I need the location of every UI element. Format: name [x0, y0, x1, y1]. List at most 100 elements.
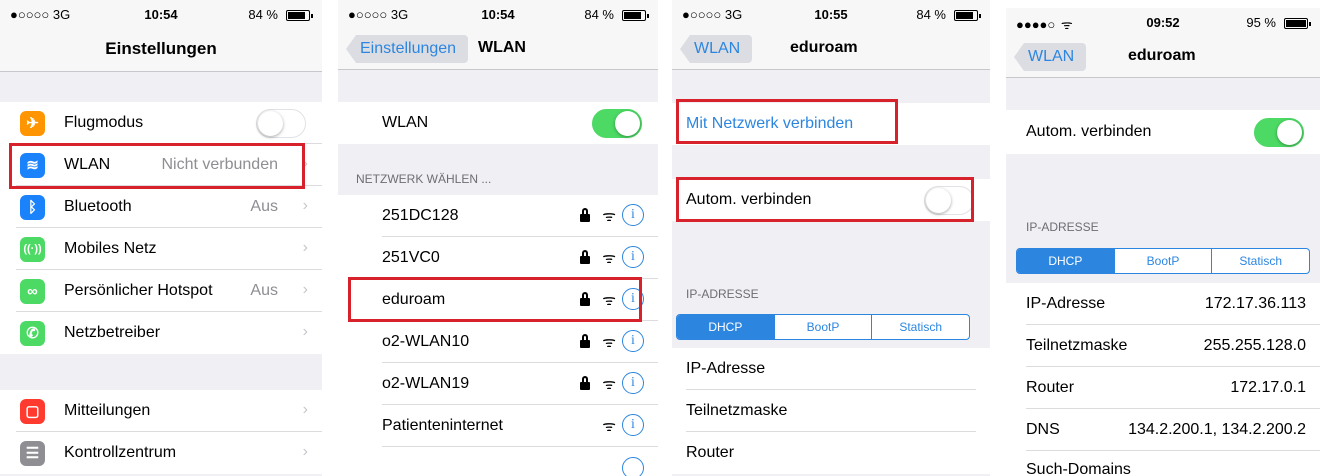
carrier-signal: ●○○○○ 3G [682, 7, 743, 22]
such-domains-row: Such-Domains [1006, 451, 1320, 476]
settings-item-bluetooth[interactable]: ᛒ Bluetooth Aus › [0, 186, 322, 228]
settings-item-netzbetreiber[interactable]: ✆ Netzbetreiber › [0, 312, 322, 354]
ip-adresse-row: IP-Adresse [672, 348, 990, 390]
wlan-toggle[interactable] [592, 109, 642, 138]
clock: 09:52 [1146, 15, 1180, 30]
settings-item-label: WLAN [64, 156, 111, 173]
settings-item-flugmodus[interactable]: ✈ Flugmodus [0, 102, 322, 144]
status-bar: ●○○○○ 3G 10:55 84 % [672, 0, 990, 28]
status-bar: ●○○○○ 3G 10:54 84 % [0, 0, 322, 28]
network-row[interactable]: 251DC128 ᯤ i [338, 195, 658, 237]
field-label: Router [1026, 379, 1075, 396]
field-value: 255.255.128.0 [1203, 337, 1306, 354]
info-icon[interactable]: i [622, 204, 644, 226]
navigation-bar: Einstellungen [0, 28, 322, 72]
eduroam-screen: ●○○○○ 3G 10:55 84 % WLAN eduroam Mit Net… [672, 0, 990, 476]
wifi-icon: ≋ [20, 153, 45, 178]
network-row[interactable] [338, 447, 658, 476]
chevron-right-icon: › [302, 401, 308, 418]
flugmodus-toggle[interactable] [256, 109, 306, 138]
auto-connect-label: Autom. verbinden [686, 191, 812, 208]
settings-item-label: Bluetooth [64, 198, 132, 215]
hotspot-status-value: Aus [250, 282, 278, 299]
network-row[interactable]: o2-WLAN10 ᯤ i [338, 321, 658, 363]
settings-item-mitteilungen[interactable]: ▢ Mitteilungen › [0, 390, 322, 432]
info-icon[interactable]: i [622, 330, 644, 352]
field-value: 172.17.0.1 [1230, 379, 1306, 396]
page-title: WLAN [478, 39, 526, 56]
section-header: IP-ADRESSE [686, 287, 759, 301]
section-header: IP-ADRESSE [1026, 220, 1099, 234]
page-title: eduroam [790, 39, 858, 56]
control-center-icon: ☰ [20, 441, 45, 466]
bluetooth-icon: ᛒ [20, 195, 45, 220]
segment-statisch[interactable]: Statisch [871, 315, 969, 339]
chevron-right-icon: › [302, 323, 308, 340]
wifi-icon: ᯤ [1060, 17, 1073, 32]
auto-connect-toggle[interactable] [924, 186, 974, 215]
back-button[interactable]: Einstellungen [346, 35, 469, 63]
status-bar: ●●●●○ ᯤ 09:52 95 % [1006, 8, 1320, 36]
wifi-signal-icon: ᯤ [602, 208, 616, 225]
field-label: Teilnetzmaske [686, 402, 788, 419]
segment-dhcp[interactable]: DHCP [677, 315, 774, 339]
back-button[interactable]: WLAN [680, 35, 753, 63]
wlan-status-value: Nicht verbunden [161, 156, 278, 173]
field-label: DNS [1026, 421, 1060, 438]
info-icon[interactable]: i [622, 246, 644, 268]
battery-percent: 84 % [916, 7, 946, 22]
antenna-icon: ((·)) [20, 237, 45, 262]
chevron-right-icon: › [302, 443, 308, 460]
section-header: NETZWERK WÄHLEN ... [356, 172, 492, 186]
chevron-right-icon: › [302, 197, 308, 214]
carrier-signal: ●○○○○ 3G [10, 7, 71, 22]
network-row[interactable]: eduroam ᯤ i [338, 279, 658, 321]
settings-item-wlan[interactable]: ≋ WLAN Nicht verbunden › [0, 144, 322, 186]
auto-connect-toggle[interactable] [1254, 118, 1304, 147]
back-button[interactable]: WLAN [1014, 43, 1087, 71]
info-icon[interactable] [622, 457, 644, 476]
network-row[interactable]: 251VC0 ᯤ i [338, 237, 658, 279]
info-icon[interactable]: i [622, 414, 644, 436]
field-label: Such-Domains [1026, 461, 1131, 476]
wifi-signal-icon: ᯤ [602, 334, 616, 351]
settings-item-label: Persönlicher Hotspot [64, 282, 213, 299]
auto-connect-label: Autom. verbinden [1026, 123, 1152, 140]
connect-row[interactable]: Mit Netzwerk verbinden [672, 103, 990, 145]
battery-icon [286, 10, 313, 21]
wlan-toggle-row: WLAN [338, 102, 658, 144]
segment-bootp[interactable]: BootP [1113, 249, 1212, 273]
network-row[interactable]: Patienteninternet ᯤ i [338, 405, 658, 447]
airplane-icon: ✈ [20, 111, 45, 136]
field-label: IP-Adresse [686, 360, 766, 377]
segment-dhcp[interactable]: DHCP [1017, 249, 1114, 273]
battery-icon [954, 10, 981, 21]
info-icon[interactable]: i [622, 372, 644, 394]
segment-statisch[interactable]: Statisch [1211, 249, 1309, 273]
connect-button[interactable]: Mit Netzwerk verbinden [686, 115, 853, 133]
network-row[interactable]: o2-WLAN19 ᯤ i [338, 363, 658, 405]
chevron-right-icon: › [302, 155, 308, 172]
chevron-right-icon: › [302, 281, 308, 298]
info-icon[interactable]: i [622, 288, 644, 310]
settings-screen: ●○○○○ 3G 10:54 84 % Einstellungen ✈ Flug… [0, 0, 322, 476]
settings-item-label: Flugmodus [64, 114, 144, 131]
settings-item-hotspot[interactable]: ∞ Persönlicher Hotspot Aus › [0, 270, 322, 312]
status-bar: ●○○○○ 3G 10:54 84 % [338, 0, 658, 28]
clock: 10:55 [814, 7, 848, 22]
wifi-signal-icon: ᯤ [602, 292, 616, 309]
ip-mode-segmented-control: DHCP BootP Statisch [676, 314, 970, 340]
field-value: 134.2.200.1, 134.2.200.2 [1128, 421, 1306, 438]
battery-percent: 84 % [584, 7, 614, 22]
auto-connect-row: Autom. verbinden [1006, 110, 1320, 154]
settings-item-kontrollzentrum[interactable]: ☰ Kontrollzentrum › [0, 432, 322, 474]
lock-icon [580, 250, 590, 264]
segment-bootp[interactable]: BootP [773, 315, 872, 339]
settings-item-label: Kontrollzentrum [64, 444, 177, 461]
settings-item-mobiles-netz[interactable]: ((·)) Mobiles Netz › [0, 228, 322, 270]
wifi-signal-icon: ᯤ [602, 418, 616, 435]
lock-icon [580, 376, 590, 390]
network-name: o2-WLAN10 [382, 333, 470, 350]
battery-percent: 84 % [248, 7, 278, 22]
notifications-icon: ▢ [20, 399, 45, 424]
